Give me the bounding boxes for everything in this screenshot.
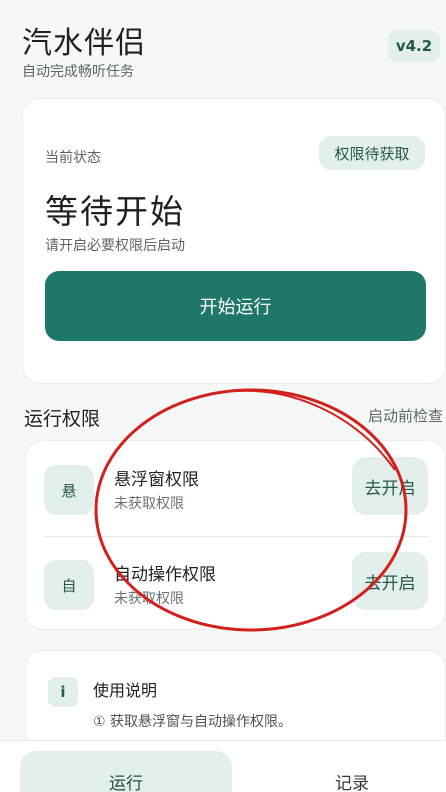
permission-state: 未获取权限 xyxy=(114,591,184,607)
permission-state: 未获取权限 xyxy=(114,496,184,512)
status-card: 当前状态 权限待获取 等待开始 请开启必要权限后启动 开始运行 xyxy=(22,98,446,384)
overlay-permission-icon: 悬 xyxy=(44,465,94,515)
automation-permission-icon: 自 xyxy=(44,560,94,610)
permission-name: 自动操作权限 xyxy=(114,565,216,585)
status-hint: 请开启必要权限后启动 xyxy=(45,238,185,254)
permission-name: 悬浮窗权限 xyxy=(114,470,199,490)
status-title: 等待开始 xyxy=(45,192,185,231)
version-badge: v4.2 xyxy=(388,30,440,62)
permission-status-pill: 权限待获取 xyxy=(319,136,425,170)
enable-automation-permission-button[interactable]: 去开启 xyxy=(352,552,428,610)
tab-records[interactable]: 记录 xyxy=(246,751,446,792)
permissions-card: 悬 悬浮窗权限 未获取权限 去开启 自 自动操作权限 未获取权限 去开启 xyxy=(25,440,446,630)
help-title: 使用说明 xyxy=(93,681,158,700)
enable-overlay-permission-button[interactable]: 去开启 xyxy=(352,457,428,515)
tab-run[interactable]: 运行 xyxy=(20,751,232,792)
start-button[interactable]: 开始运行 xyxy=(45,271,426,341)
permissions-section-title: 运行权限 xyxy=(24,408,101,430)
info-icon: i xyxy=(48,677,78,707)
permission-row-overlay: 悬 悬浮窗权限 未获取权限 去开启 xyxy=(26,441,446,536)
bottom-nav: 运行 记录 xyxy=(0,740,446,792)
help-step-1: ① 获取悬浮窗与自动操作权限。 xyxy=(93,714,293,730)
app-subtitle: 自动完成畅听任务 xyxy=(22,64,134,80)
status-label: 当前状态 xyxy=(45,150,101,166)
app-title: 汽水伴侣 xyxy=(22,26,146,61)
permission-row-automation: 自 自动操作权限 未获取权限 去开启 xyxy=(26,536,446,631)
pre-start-check-link[interactable]: 启动前检查 xyxy=(368,405,443,426)
